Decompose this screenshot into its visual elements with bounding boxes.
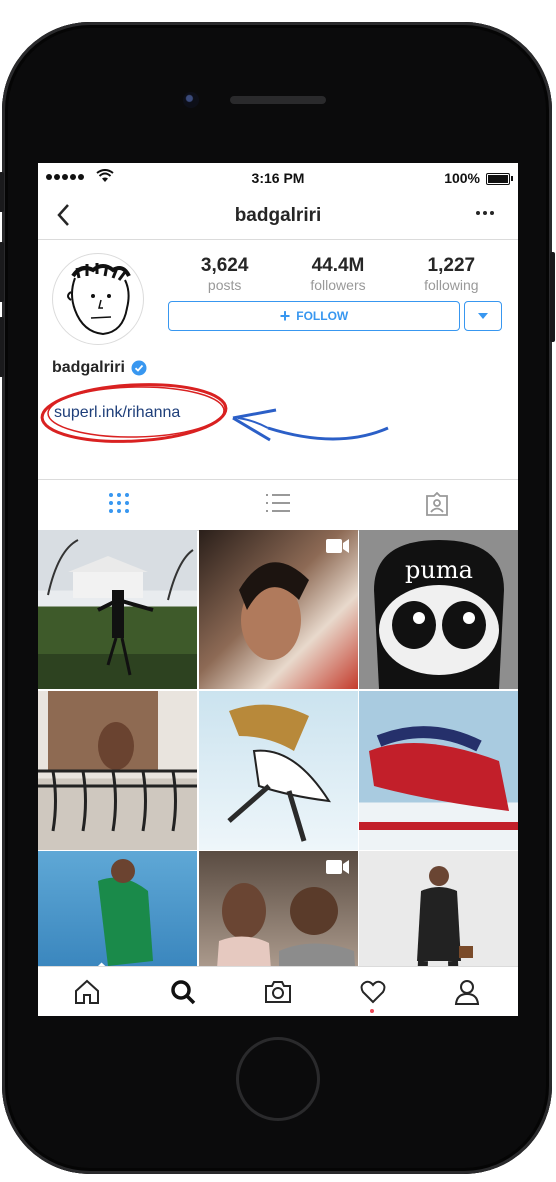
stat-following[interactable]: 1,227 following	[396, 255, 506, 293]
stat-value: 1,227	[427, 255, 476, 276]
profile-view-tabs	[38, 479, 518, 531]
home-icon[interactable]	[74, 979, 100, 1005]
fashion-jump-photo	[226, 704, 331, 842]
stat-value: 44.4M	[311, 255, 365, 276]
volume-down-button	[0, 317, 4, 377]
camera-icon[interactable]	[264, 979, 292, 1005]
phone-screen: 3:16 PM 100% badgalriri 3,624 posts 44.4…	[38, 163, 518, 1016]
mute-switch	[0, 172, 4, 212]
grid-photo[interactable]	[198, 690, 358, 850]
verified-badge-icon	[131, 360, 147, 376]
white-house-photo	[47, 539, 194, 676]
doodle-face-icon	[67, 263, 131, 336]
notification-dot	[370, 1009, 374, 1013]
balcony-photo	[38, 690, 197, 831]
video-icon	[325, 860, 349, 874]
front-camera	[183, 92, 199, 108]
grid-view-icon[interactable]	[108, 492, 130, 514]
earpiece-speaker	[230, 96, 326, 104]
home-button[interactable]	[236, 1037, 320, 1121]
stat-value: 3,624	[200, 255, 249, 276]
puma-caption: puma	[405, 556, 473, 584]
stat-label: posts	[207, 277, 242, 293]
profile-icon[interactable]	[454, 979, 480, 1005]
grid-photo[interactable]	[359, 690, 518, 850]
stat-posts[interactable]: 3,624 posts	[170, 255, 280, 293]
stat-label: following	[424, 277, 479, 293]
grid-photo[interactable]	[38, 530, 197, 689]
username-text: badgalriri	[52, 359, 125, 376]
volume-up-button	[0, 242, 4, 302]
grid-photo[interactable]	[38, 690, 197, 850]
grid-video[interactable]	[198, 530, 358, 689]
photo-grid: puma	[38, 530, 518, 1010]
power-button	[550, 252, 555, 342]
grid-photo[interactable]: puma	[359, 530, 518, 689]
battery-icon	[486, 173, 513, 185]
suggestions-dropdown-button[interactable]	[464, 301, 502, 331]
list-view-icon[interactable]	[266, 492, 290, 514]
search-icon[interactable]	[170, 979, 196, 1005]
heart-icon[interactable]	[360, 979, 386, 1005]
sled-ad-photo	[359, 725, 518, 830]
follow-label: FOLLOW	[296, 309, 349, 323]
profile-username: badgalriri	[52, 359, 147, 377]
stat-label: followers	[310, 277, 366, 293]
puma-cartoon-photo: puma	[374, 540, 504, 689]
profile-stats: 3,624 posts 44.4M followers 1,227 follow…	[168, 255, 508, 293]
bio-link[interactable]: superl.ink/rihanna	[54, 404, 180, 422]
status-bar: 3:16 PM 100%	[38, 163, 518, 191]
battery-percent: 100%	[444, 170, 480, 186]
video-icon	[325, 539, 349, 553]
bottom-tab-bar	[38, 966, 518, 1016]
follow-button[interactable]: + FOLLOW	[168, 301, 460, 331]
stat-followers[interactable]: 44.4M followers	[283, 255, 393, 293]
page-title: badgalriri	[234, 205, 322, 226]
chevron-down-icon	[478, 313, 488, 319]
more-options-icon[interactable]	[476, 211, 494, 215]
plus-icon: +	[279, 306, 291, 326]
tagged-photos-icon[interactable]	[426, 492, 448, 516]
nav-bar: badgalriri	[38, 191, 518, 240]
avatar[interactable]	[52, 253, 144, 345]
